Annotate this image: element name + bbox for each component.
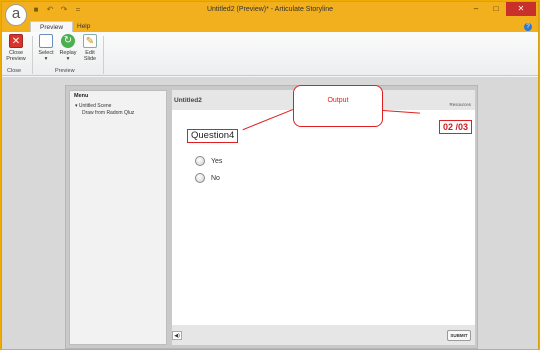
- group-label-close: Close: [7, 68, 22, 74]
- close-window-icon[interactable]: ✕: [506, 2, 536, 16]
- title-bar: ■ ↶ ↷ = Untitled2 (Preview)* - Articulat…: [2, 2, 538, 20]
- group-divider: [32, 36, 33, 74]
- app-logo[interactable]: a: [5, 4, 27, 26]
- question-title: Question4: [187, 129, 239, 143]
- ribbon: ✕ Close Preview Select ▾ ↻ Replay ▾ ✎ Ed…: [2, 32, 538, 76]
- question-counter: 02 /03: [438, 120, 472, 134]
- select-dropdown-icon: ▾: [44, 56, 48, 62]
- select-button[interactable]: Select ▾: [35, 34, 57, 62]
- submit-button[interactable]: SUBMIT: [447, 330, 471, 341]
- group-label-preview: Preview: [55, 68, 75, 74]
- window-controls: – □ ✕: [466, 2, 536, 16]
- replay-button[interactable]: ↻ Replay ▾: [57, 34, 79, 62]
- close-preview-label-2: Preview: [6, 56, 26, 62]
- close-preview-button[interactable]: ✕ Close Preview: [5, 34, 27, 62]
- app-window: ■ ↶ ↷ = Untitled2 (Preview)* - Articulat…: [1, 1, 539, 349]
- window-title: Untitled2 (Preview)* - Articulate Storyl…: [206, 6, 334, 13]
- output-callout: Output: [293, 85, 383, 127]
- tab-help[interactable]: Help: [68, 21, 99, 32]
- player-frame: Menu ▾ Untitled Scene Draw from Radom Ql…: [65, 85, 478, 349]
- slide-title: Untitled2: [174, 97, 202, 104]
- close-preview-icon: ✕: [9, 34, 23, 48]
- menu-scene-item[interactable]: ▾ Untitled Scene: [75, 103, 111, 109]
- help-icon[interactable]: ?: [524, 23, 532, 31]
- slide-area: Untitled2 Resources 02 /03 Question4 Yes…: [172, 90, 475, 345]
- edit-slide-button[interactable]: ✎ Edit Slide: [79, 34, 101, 62]
- minimize-icon[interactable]: –: [466, 2, 486, 16]
- option-label: No: [211, 174, 220, 182]
- tab-preview[interactable]: Preview: [30, 21, 74, 32]
- volume-icon[interactable]: ◀): [172, 331, 182, 340]
- option-no[interactable]: No: [195, 173, 220, 183]
- slide-canvas: 02 /03 Question4 Yes No: [172, 110, 475, 325]
- option-yes[interactable]: Yes: [195, 156, 222, 166]
- menu-slide-item[interactable]: Draw from Radom Qluz: [82, 110, 134, 116]
- ribbon-tabs: Preview Help ?: [2, 20, 538, 32]
- menu-title: Menu: [74, 93, 89, 99]
- radio-icon[interactable]: [195, 156, 205, 166]
- edit-slide-icon: ✎: [83, 34, 97, 48]
- edit-slide-label-2: Slide: [83, 56, 97, 62]
- resources-link[interactable]: Resources: [449, 102, 471, 107]
- maximize-icon[interactable]: □: [486, 2, 506, 16]
- radio-icon[interactable]: [195, 173, 205, 183]
- menu-panel: Menu ▾ Untitled Scene Draw from Radom Ql…: [69, 90, 167, 345]
- replay-icon: ↻: [61, 34, 75, 48]
- replay-dropdown-icon: ▾: [66, 56, 70, 62]
- group-divider: [103, 36, 104, 74]
- option-label: Yes: [211, 157, 223, 165]
- player-controls: ◀) SUBMIT: [172, 327, 475, 345]
- select-icon: [39, 34, 53, 48]
